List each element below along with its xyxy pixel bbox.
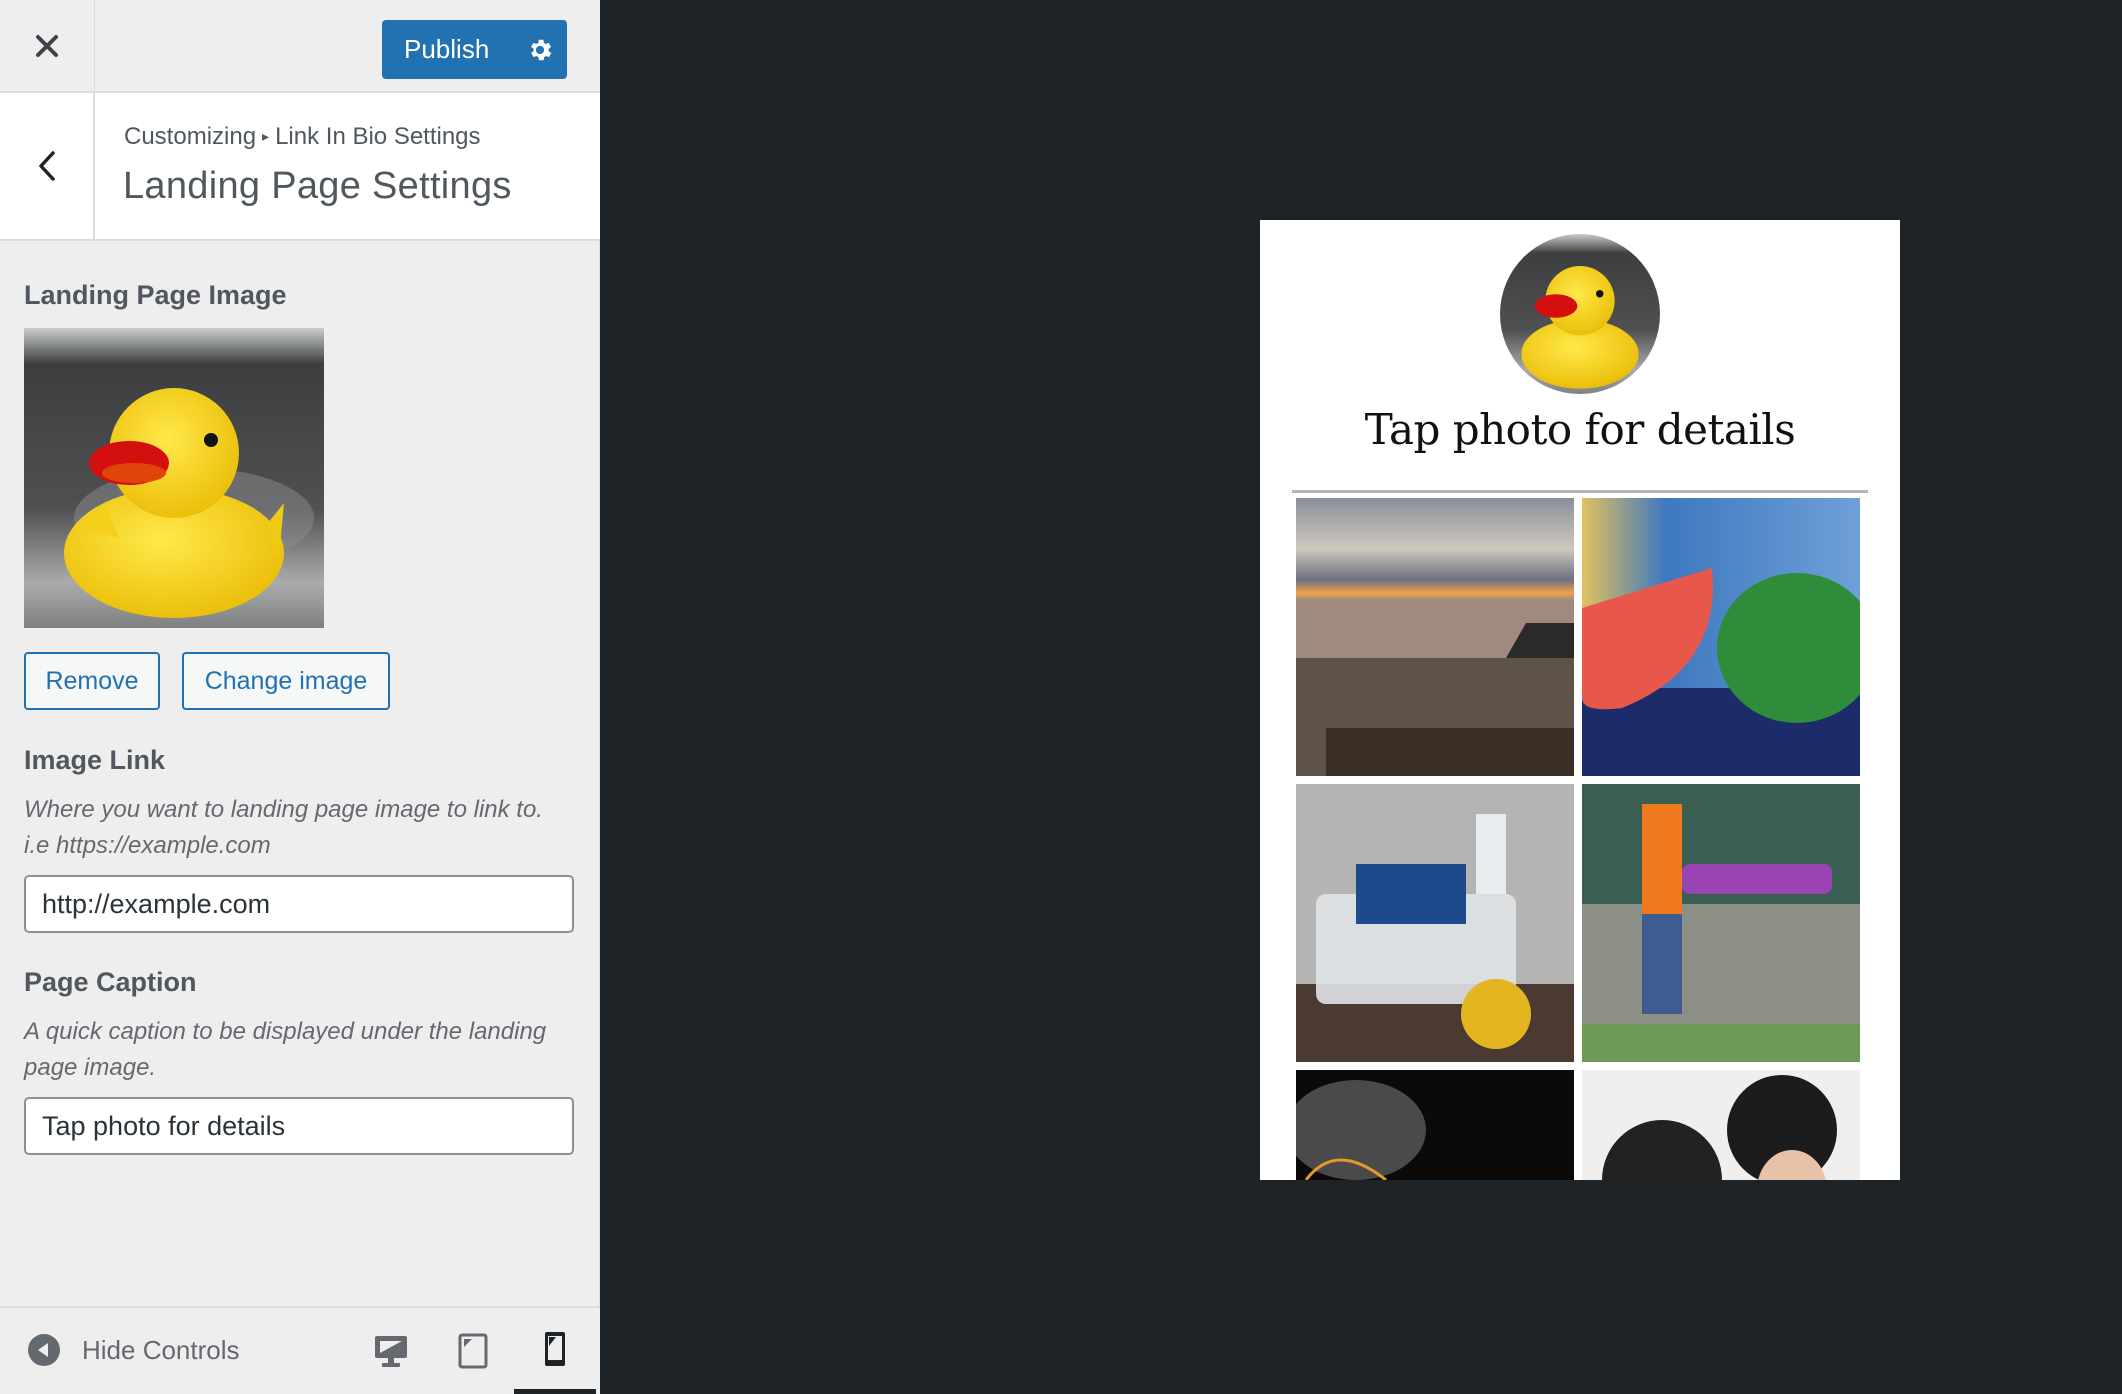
hide-controls-label: Hide Controls (82, 1334, 240, 1365)
grid-photo-beach[interactable] (1296, 498, 1574, 776)
breadcrumb-separator-icon: ▸ (262, 128, 270, 144)
customizer-header: Publish (0, 0, 600, 93)
publish-settings-button[interactable] (512, 20, 567, 79)
mobile-preview-frame[interactable]: Tap photo for details (1260, 220, 1900, 1180)
collapse-arrow-icon (28, 1334, 60, 1366)
image-link-description: Where you want to landing page image to … (24, 796, 543, 859)
section-header: Customizing ▸ Link In Bio Settings Landing… (0, 93, 600, 241)
image-link-input[interactable]: http://example.com (24, 875, 574, 933)
chevron-left-icon (38, 151, 55, 181)
publish-button[interactable]: Publish (382, 34, 512, 65)
landing-image-label: Landing Page Image (24, 280, 287, 310)
mobile-icon (545, 1331, 565, 1366)
preview-divider (1292, 490, 1868, 493)
grid-photo-children[interactable] (1582, 1070, 1860, 1180)
preview-desktop-button[interactable] (350, 1308, 432, 1394)
tablet-icon (458, 1333, 488, 1369)
preview-mobile-button[interactable] (514, 1308, 596, 1394)
preview-tablet-button[interactable] (432, 1308, 514, 1394)
close-customizer-button[interactable] (0, 0, 95, 91)
site-preview-area: Tap photo for details (600, 0, 2122, 1394)
breadcrumb: Customizing ▸ Link In Bio Settings (124, 123, 481, 151)
hide-controls-button[interactable]: Hide Controls (28, 1334, 240, 1366)
duck-avatar (1500, 234, 1660, 394)
customizer-sidebar: Publish Customizing ▸ Link In Bio Settings… (0, 0, 600, 1394)
remove-image-button[interactable]: Remove (24, 652, 160, 710)
back-button[interactable] (0, 93, 95, 239)
grid-photo-robot-car[interactable] (1296, 784, 1574, 1062)
duck-image (24, 328, 324, 628)
page-caption-input[interactable]: Tap photo for details (24, 1097, 574, 1155)
gear-icon (530, 39, 551, 60)
image-link-label: Image Link (24, 745, 166, 775)
preview-caption: Tap photo for details (1364, 405, 1796, 454)
grid-photo-drone[interactable] (1582, 784, 1860, 1062)
page-caption-label: Page Caption (24, 967, 197, 997)
breadcrumb-parent: Link In Bio Settings (275, 123, 481, 150)
publish-button-group: Publish (382, 20, 567, 79)
change-image-button[interactable]: Change image (182, 652, 390, 710)
landing-avatar-image[interactable] (1500, 234, 1660, 394)
landing-image-thumbnail[interactable] (24, 328, 324, 628)
grid-photo-electronics[interactable] (1296, 1070, 1574, 1180)
customizer-footer: Hide Controls (0, 1306, 600, 1394)
close-icon (36, 34, 58, 57)
breadcrumb-root: Customizing (124, 123, 257, 150)
grid-photo-watermelon[interactable] (1582, 498, 1860, 776)
desktop-icon (375, 1336, 407, 1367)
page-caption-description: A quick caption to be displayed under th… (24, 1018, 547, 1081)
section-title: Landing Page Settings (123, 165, 512, 207)
